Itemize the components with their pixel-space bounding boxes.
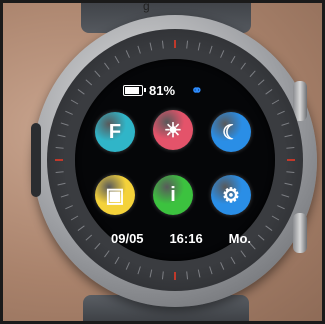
- link-icon: ⚭: [191, 81, 203, 98]
- weekday-text: Mo.: [228, 231, 251, 246]
- bezel-tick: [161, 271, 164, 280]
- bezel-tick: [77, 89, 85, 95]
- bezel-tick: [257, 234, 265, 241]
- bezel-tick: [104, 250, 110, 258]
- bezel-tick: [94, 242, 101, 250]
- bezel-tick: [186, 271, 189, 280]
- bezel-tick: [271, 215, 280, 221]
- bezel-tick: [149, 269, 153, 278]
- bezel-tick: [186, 40, 189, 49]
- bezel-tick: [57, 182, 66, 186]
- bezel-tick: [137, 266, 141, 275]
- top-label: g: [143, 0, 150, 13]
- bezel-tick: [57, 134, 66, 138]
- bezel-tick: [281, 194, 290, 198]
- bezel-tick: [230, 256, 236, 265]
- bezel-tick: [240, 62, 246, 70]
- bezel-tick: [257, 79, 265, 86]
- bezel-tick: [220, 262, 225, 270]
- date-text: 09/05: [111, 231, 144, 246]
- bezel-tick: [70, 99, 79, 105]
- bezel-tick: [230, 55, 236, 64]
- bezel-tick: [137, 45, 141, 54]
- moon-icon[interactable]: ☾: [211, 112, 251, 152]
- photo-frame: g 81% ⚭ F ☀ ☾ ▣ i ⚙ 09/05 16:16 Mo.: [0, 0, 325, 324]
- bezel-tick: [55, 146, 64, 149]
- bezel-tick: [197, 42, 201, 51]
- bezel-tick: [65, 110, 73, 115]
- bezel-tick: [286, 146, 295, 149]
- bezel-tick: [249, 70, 256, 78]
- bezel-tick: [85, 234, 93, 241]
- bezel-tick: [209, 266, 213, 275]
- bezel-tick: [271, 99, 280, 105]
- bezel-tick: [114, 256, 120, 265]
- status-bar: 81% ⚭: [123, 82, 233, 98]
- bezel-tick: [65, 205, 73, 210]
- bezel-tick: [197, 269, 201, 278]
- sun-icon[interactable]: ☀: [153, 110, 193, 150]
- bezel-tick: [114, 55, 120, 64]
- info-icon[interactable]: i: [153, 175, 193, 215]
- bezel-tick: [277, 205, 285, 210]
- bezel-tick: [284, 134, 293, 138]
- bezel-tick: [104, 62, 110, 70]
- bezel-tick: [240, 250, 246, 258]
- battery-percent: 81%: [149, 82, 176, 98]
- bezel-tick: [85, 79, 93, 86]
- left-side-button[interactable]: [31, 123, 41, 197]
- battery-icon: [123, 84, 146, 96]
- bezel-tick: [220, 50, 225, 58]
- bezel-tick: [70, 215, 79, 221]
- bezel-tick: [125, 50, 130, 58]
- bezel-tick: [60, 122, 69, 126]
- bezel-tick: [209, 45, 213, 54]
- bezel-tick: [77, 225, 85, 231]
- bezel-tick: [284, 182, 293, 186]
- bezel-tick: [125, 262, 130, 270]
- bezel-tick: [94, 70, 101, 78]
- bezel-tick: [281, 122, 290, 126]
- folder-icon[interactable]: ▣: [95, 175, 135, 215]
- bezel-tick: [149, 42, 153, 51]
- bezel-tick: [277, 110, 285, 115]
- date-time-row: 09/05 16:16 Mo.: [111, 231, 251, 246]
- bezel-tick: [265, 89, 273, 95]
- gear-icon[interactable]: ⚙: [211, 175, 251, 215]
- bezel-tick: [161, 40, 164, 49]
- bezel-tick: [55, 171, 64, 174]
- shoe-print-icon[interactable]: F: [95, 112, 135, 152]
- bezel-tick: [60, 194, 69, 198]
- bezel-tick: [286, 171, 295, 174]
- bezel-tick: [265, 225, 273, 231]
- time-text: 16:16: [169, 231, 203, 246]
